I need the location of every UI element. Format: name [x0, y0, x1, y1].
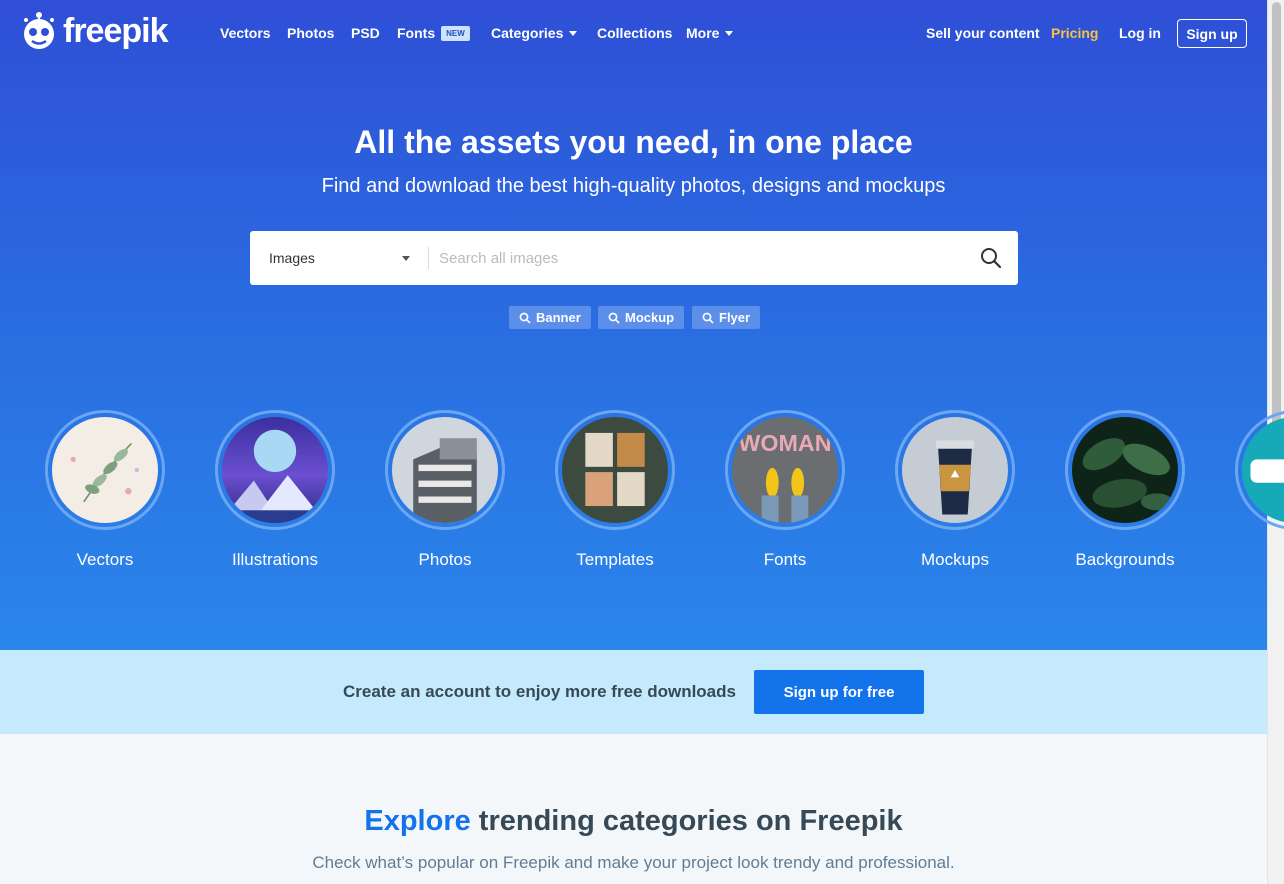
category-image — [392, 417, 498, 523]
category-illustrations[interactable]: Illustrations — [215, 410, 335, 570]
nav-collections[interactable]: Collections — [597, 25, 672, 41]
login-link[interactable]: Log in — [1119, 25, 1161, 41]
explore-highlight: Explore — [364, 805, 471, 837]
fonts-image-text: WOMAN — [738, 430, 831, 456]
search-icon — [702, 312, 714, 324]
suggestion-label: Banner — [536, 310, 581, 325]
category-label: Backgrounds — [1075, 550, 1175, 569]
category-label: Photos — [418, 550, 472, 569]
suggestion-banner[interactable]: Banner — [509, 306, 591, 329]
search-type-select[interactable]: Images — [269, 231, 315, 285]
nav-psd[interactable]: PSD — [351, 25, 380, 41]
divider — [428, 247, 429, 269]
pricing-link[interactable]: Pricing — [1051, 25, 1098, 41]
suggestion-flyer[interactable]: Flyer — [692, 306, 761, 329]
hero-subtitle: Find and download the best high-quality … — [321, 175, 946, 197]
signup-free-button[interactable]: Sign up for free — [754, 670, 924, 714]
category-image: WOMAN — [732, 417, 838, 523]
category-label: Mockups — [920, 550, 990, 569]
category-label: Illustrations — [232, 550, 318, 569]
category-image — [902, 417, 1008, 523]
category-mockups[interactable]: Mockups — [895, 410, 1015, 570]
category-partial[interactable]: Te — [1235, 410, 1284, 570]
hero-title: All the assets you need, in one place — [354, 124, 913, 160]
category-image — [52, 417, 158, 523]
explore-title-rest: trending categories on Freepik — [478, 805, 903, 837]
category-backgrounds[interactable]: Backgrounds — [1065, 410, 1185, 570]
sell-content-link[interactable]: Sell your content — [926, 25, 1040, 41]
nav-more[interactable]: More — [686, 25, 734, 41]
search-input[interactable] — [439, 243, 959, 273]
category-label: Vectors — [76, 550, 134, 569]
category-label: Te — [1235, 550, 1284, 570]
logo-text: freepik — [63, 11, 168, 50]
category-label: Fonts — [763, 550, 807, 569]
chevron-down-icon — [569, 31, 578, 36]
nav-vectors[interactable]: Vectors — [220, 25, 271, 41]
chevron-down-icon — [725, 31, 734, 36]
nav-categories-label: Categories — [491, 25, 564, 41]
category-vectors[interactable]: Vectors — [45, 410, 165, 570]
suggestion-label: Flyer — [719, 310, 751, 325]
explore-subtitle: Check what’s popular on Freepik and make… — [312, 853, 955, 872]
category-image — [1242, 417, 1284, 523]
freepik-mascot-icon — [24, 12, 54, 49]
signup-button[interactable]: Sign up — [1177, 19, 1247, 48]
search-icon — [608, 312, 620, 324]
nav-photos[interactable]: Photos — [287, 25, 334, 41]
category-templates[interactable]: Templates — [555, 410, 675, 570]
scrollbar-thumb[interactable] — [1272, 2, 1281, 442]
category-label: Templates — [576, 550, 654, 569]
category-image — [1072, 417, 1178, 523]
search-icon — [519, 312, 531, 324]
category-image — [222, 417, 328, 523]
category-fonts[interactable]: WOMAN Fonts — [725, 410, 845, 570]
category-photos[interactable]: Photos — [385, 410, 505, 570]
explore-title: Explore trending categories on Freepik — [0, 805, 1267, 838]
suggestion-mockup[interactable]: Mockup — [598, 306, 685, 329]
cta-text: Create an account to enjoy more free dow… — [343, 682, 736, 701]
nav-fonts[interactable]: Fonts NEW — [397, 25, 470, 41]
nav-fonts-label: Fonts — [397, 25, 436, 41]
new-badge: NEW — [441, 26, 470, 41]
chevron-down-icon[interactable] — [402, 256, 410, 261]
freepik-logo[interactable]: freepik — [20, 10, 168, 52]
search-icon[interactable] — [980, 247, 1002, 269]
nav-more-label: More — [686, 25, 720, 41]
suggestion-label: Mockup — [625, 310, 675, 325]
nav-categories[interactable]: Categories — [491, 25, 578, 41]
search-bar: Images — [250, 231, 1018, 285]
category-image — [562, 417, 668, 523]
